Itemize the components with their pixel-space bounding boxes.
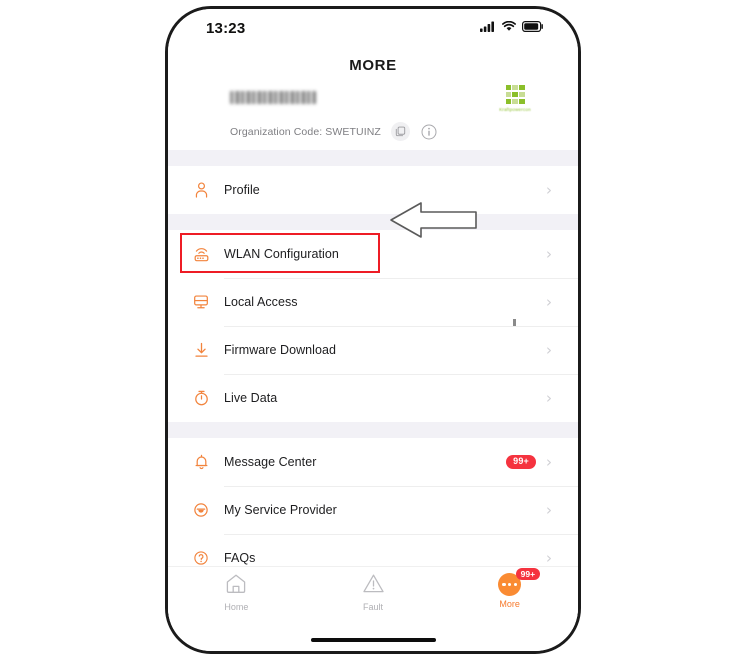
tab-badge: 99+ [515,568,541,580]
chevron-right-icon: › [546,180,552,199]
menu-group-device: WLAN Configuration › Local Access › Firm… [168,230,578,422]
group-separator [168,422,578,438]
annotation-arrow-icon [390,202,477,238]
menu-item-label: Profile [224,183,260,197]
organization-code-label: Organization Code: SWETUINZ [230,125,381,138]
menu-group-support: Message Center 99+ › My Service Provider… [168,438,578,566]
menu-item-label: Message Center [224,455,317,469]
row-right: › [546,388,552,407]
menu-item-label: Live Data [224,391,278,405]
group-separator [168,150,578,166]
device-access-icon [190,294,212,310]
warning-triangle-icon [362,573,385,599]
home-indicator [168,629,578,651]
tab-fault[interactable]: Fault [305,573,442,612]
menu-item-profile[interactable]: Profile › [168,166,578,214]
group-separator [168,214,578,230]
menu-item-live-data[interactable]: Live Data › [168,374,578,422]
info-icon[interactable] [420,122,439,141]
chevron-right-icon: › [546,340,552,359]
download-icon [190,342,212,358]
copy-icon[interactable] [390,122,410,141]
menu-item-my-service-provider[interactable]: My Service Provider › [168,486,578,534]
row-right: › [546,548,552,566]
menu-item-label: My Service Provider [224,503,337,517]
chevron-right-icon: › [546,388,552,407]
menu-item-local-access[interactable]: Local Access › [168,278,578,326]
brand-logo: Kraftpowercon [490,85,540,112]
menu-item-label: FAQs [224,551,256,565]
bottom-tab-bar: Home Fault 99+ More [168,566,578,629]
tab-home[interactable]: Home [168,573,305,612]
brand-grid-icon [505,85,525,104]
row-right: › [546,500,552,519]
menu-item-wlan-configuration[interactable]: WLAN Configuration › [168,230,578,278]
status-bar: 13:23 [168,9,578,47]
row-right: › [546,292,552,311]
menu-item-label: WLAN Configuration [224,247,339,261]
organization-code-row: Organization Code: SWETUINZ [230,122,439,141]
question-circle-icon [190,550,212,566]
tab-label: Home [224,602,249,612]
capture-artifact [513,319,516,326]
battery-icon [522,19,544,37]
menu-item-faqs[interactable]: FAQs › [168,534,578,566]
status-time: 13:23 [206,19,246,37]
chevron-right-icon: › [546,452,552,471]
home-icon [225,573,247,599]
user-icon [190,182,212,198]
cellular-signal-icon [480,19,496,37]
router-wifi-icon [190,246,212,262]
phone-screen: 13:23 MORE Organization Code: SWETUINZ K… [168,9,578,651]
chevron-right-icon: › [546,244,552,263]
tab-more[interactable]: 99+ More [441,568,578,609]
chevron-right-icon: › [546,548,552,566]
wifi-icon [502,19,516,37]
status-icons [480,19,544,37]
phone-frame: 13:23 MORE Organization Code: SWETUINZ K… [165,6,581,654]
menu-item-message-center[interactable]: Message Center 99+ › [168,438,578,486]
stopwatch-icon [190,390,212,406]
chevron-right-icon: › [546,500,552,519]
menu-item-firmware-download[interactable]: Firmware Download › [168,326,578,374]
tab-label: Fault [363,602,384,612]
menu-list[interactable]: Profile › WLAN Configuration › Local Acc… [168,150,578,566]
row-right: › [546,340,552,359]
account-name-redacted [230,91,316,104]
row-right: › [546,180,552,199]
bell-icon [190,454,212,470]
row-right: 99+ › [506,452,552,471]
account-block: Organization Code: SWETUINZ Kraftpowerco… [168,78,578,150]
tab-label: More [499,599,520,609]
menu-item-label: Local Access [224,295,298,309]
service-smile-icon [190,502,212,518]
brand-name: Kraftpowercon [499,107,531,112]
menu-group-account: Profile › [168,166,578,214]
status-badge: 99+ [506,455,536,469]
page-title: MORE [349,57,397,74]
menu-item-label: Firmware Download [224,343,336,357]
chevron-right-icon: › [546,292,552,311]
row-right: › [546,244,552,263]
